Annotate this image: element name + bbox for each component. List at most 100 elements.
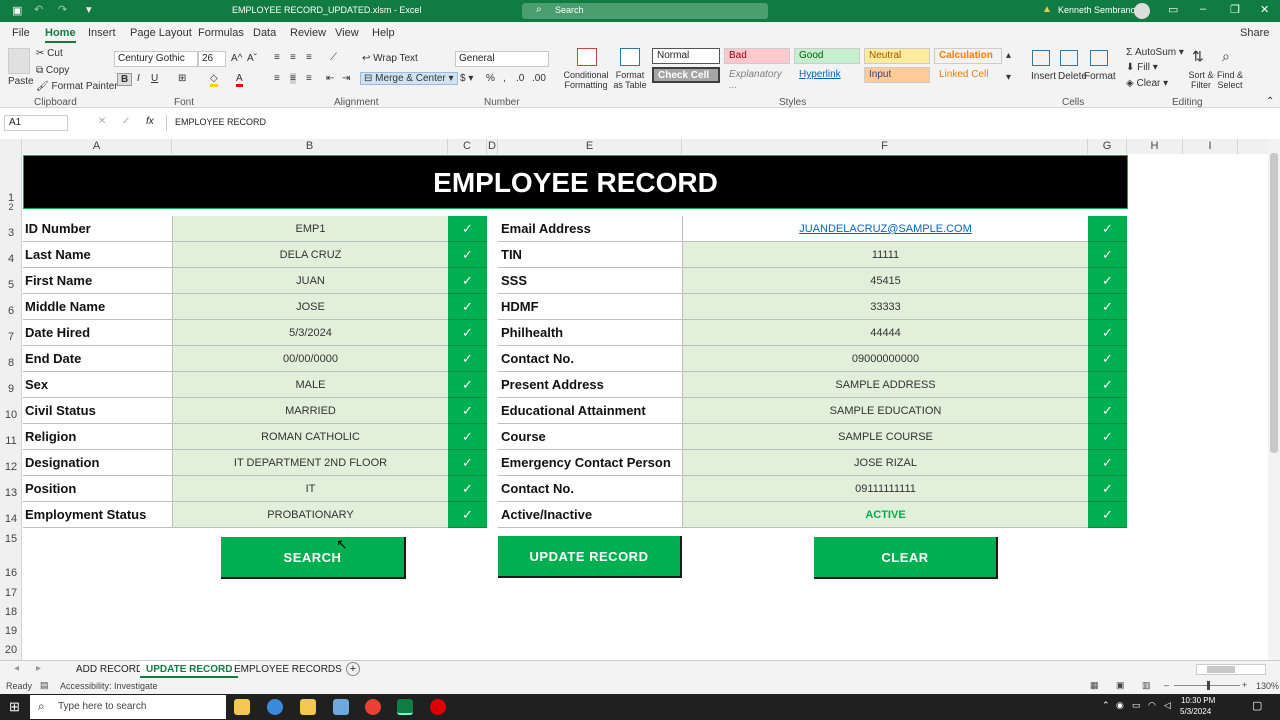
row-header-18[interactable]: 18: [0, 606, 22, 618]
horizontal-scroll-thumb[interactable]: [1207, 666, 1235, 673]
search-button[interactable]: SEARCH: [221, 537, 406, 579]
tab-home[interactable]: Home: [45, 27, 76, 43]
check-icon[interactable]: ✓: [1088, 268, 1127, 294]
style-neutral[interactable]: Neutral: [864, 48, 930, 64]
check-icon[interactable]: ✓: [448, 424, 487, 450]
column-header-d[interactable]: D: [487, 139, 498, 154]
tab-view[interactable]: View: [335, 27, 359, 39]
tab-help[interactable]: Help: [372, 27, 395, 39]
row-header-5[interactable]: 5: [0, 279, 22, 291]
tab-page-layout[interactable]: Page Layout: [130, 27, 192, 39]
row-header-2[interactable]: 2: [0, 202, 22, 212]
cancel-entry-icon[interactable]: ✕: [98, 116, 106, 127]
right-label-cell[interactable]: HDMF: [498, 294, 682, 320]
conditional-formatting-icon[interactable]: [577, 48, 597, 66]
field-value[interactable]: JUAN: [172, 268, 448, 294]
check-icon[interactable]: ✓: [448, 294, 487, 320]
normal-view-icon[interactable]: ▦: [1090, 680, 1099, 691]
style-bad[interactable]: Bad: [724, 48, 790, 64]
delete-cells-button[interactable]: Delete: [1058, 71, 1087, 82]
fill-color-icon[interactable]: ◇: [210, 73, 218, 87]
check-icon[interactable]: ✓: [1088, 476, 1127, 502]
align-bottom-icon[interactable]: ≡: [306, 52, 312, 63]
field-value[interactable]: JOSE RIZAL: [682, 450, 1088, 476]
increase-font-icon[interactable]: A^: [231, 53, 242, 64]
horizontal-scrollbar[interactable]: [1196, 664, 1266, 675]
check-icon[interactable]: ✓: [448, 450, 487, 476]
right-label-cell[interactable]: Contact No.: [498, 346, 682, 372]
zoom-slider-thumb[interactable]: [1207, 681, 1210, 690]
style-check-cell[interactable]: Check Cell: [652, 67, 720, 83]
decrease-decimal-icon[interactable]: .00: [532, 73, 546, 84]
tab-data[interactable]: Data: [253, 27, 276, 39]
style-hyperlink[interactable]: Hyperlink: [794, 67, 860, 83]
right-label-cell[interactable]: TIN: [498, 242, 682, 268]
column-header-a[interactable]: A: [22, 139, 172, 154]
row-header-3[interactable]: 3: [0, 227, 22, 239]
check-icon[interactable]: ✓: [1088, 450, 1127, 476]
paste-button[interactable]: Paste: [8, 76, 34, 87]
left-label-cell[interactable]: Last Name: [23, 242, 172, 268]
update-record-button[interactable]: UPDATE RECORD: [498, 536, 682, 578]
field-value[interactable]: IT: [172, 476, 448, 502]
left-label-cell[interactable]: End Date: [23, 346, 172, 372]
left-label-cell[interactable]: Date Hired: [23, 320, 172, 346]
style-normal[interactable]: Normal: [652, 48, 720, 64]
search-box[interactable]: ⌕ Search: [522, 3, 768, 19]
styles-scroll-up-icon[interactable]: ▴: [1006, 50, 1011, 61]
tab-insert[interactable]: Insert: [88, 27, 116, 39]
record-icon[interactable]: [430, 699, 446, 715]
wrap-text-button[interactable]: ↩ Wrap Text: [362, 53, 418, 64]
align-middle-icon[interactable]: ≡: [290, 52, 296, 63]
restore-icon[interactable]: ❐: [1230, 3, 1240, 16]
clock-date[interactable]: 5/3/2024: [1180, 707, 1211, 716]
page-break-view-icon[interactable]: ▥: [1142, 680, 1151, 691]
left-label-cell[interactable]: Sex: [23, 372, 172, 398]
field-value[interactable]: 5/3/2024: [172, 320, 448, 346]
currency-icon[interactable]: $ ▾: [460, 73, 473, 84]
zoom-slider[interactable]: [1174, 681, 1240, 690]
field-value[interactable]: EMP1: [172, 216, 448, 242]
field-value[interactable]: SAMPLE ADDRESS: [682, 372, 1088, 398]
wifi-icon[interactable]: ◠: [1148, 700, 1156, 711]
sheet-tab-add-record[interactable]: ADD RECORD: [76, 664, 143, 675]
check-icon[interactable]: ✓: [448, 268, 487, 294]
column-header-f[interactable]: F: [682, 139, 1088, 154]
style-explanatory[interactable]: Explanatory ...: [724, 67, 790, 91]
tab-file[interactable]: File: [12, 27, 30, 39]
left-label-cell[interactable]: Designation: [23, 450, 172, 476]
decrease-font-icon[interactable]: Aˇ: [247, 53, 257, 64]
sort-filter-icon[interactable]: ⇅: [1192, 48, 1204, 65]
battery-icon[interactable]: ▭: [1132, 700, 1141, 711]
field-value[interactable]: 09000000000: [682, 346, 1088, 372]
accessibility-status[interactable]: Accessibility: Investigate: [60, 681, 158, 691]
folder-icon[interactable]: [300, 699, 316, 715]
left-label-cell[interactable]: Civil Status: [23, 398, 172, 424]
avatar[interactable]: [1134, 3, 1150, 19]
format-as-table-button[interactable]: Format as Table: [612, 70, 648, 90]
font-size-combo[interactable]: 26: [198, 51, 226, 67]
sheet-tab-update-record[interactable]: UPDATE RECORD: [140, 661, 239, 678]
vertical-scrollbar[interactable]: [1268, 139, 1280, 660]
font-name-combo[interactable]: Century Gothic: [114, 51, 198, 67]
increase-decimal-icon[interactable]: .0: [516, 73, 524, 84]
row-header-16[interactable]: 16: [0, 567, 22, 579]
status-value[interactable]: ACTIVE: [682, 502, 1088, 528]
vertical-scroll-thumb[interactable]: [1270, 153, 1278, 453]
left-label-cell[interactable]: Employment Status: [23, 502, 172, 528]
field-value[interactable]: 45415: [682, 268, 1088, 294]
format-cells-icon[interactable]: [1090, 50, 1108, 66]
row-header-10[interactable]: 10: [0, 409, 22, 421]
right-label-cell[interactable]: Email Address: [498, 216, 682, 242]
right-label-cell[interactable]: Philhealth: [498, 320, 682, 346]
check-icon[interactable]: ✓: [1088, 294, 1127, 320]
row-header-8[interactable]: 8: [0, 357, 22, 369]
increase-indent-icon[interactable]: ⇥: [342, 73, 350, 84]
field-value[interactable]: PROBATIONARY: [172, 502, 448, 528]
clear-button-sheet[interactable]: CLEAR: [814, 537, 998, 579]
fill-button[interactable]: ⬇ Fill ▾: [1126, 62, 1158, 73]
macro-record-icon[interactable]: ▤: [40, 680, 49, 691]
check-icon[interactable]: ✓: [448, 502, 487, 528]
borders-icon[interactable]: ⊞: [178, 73, 186, 84]
prev-sheet-icon[interactable]: ◂: [14, 663, 19, 674]
